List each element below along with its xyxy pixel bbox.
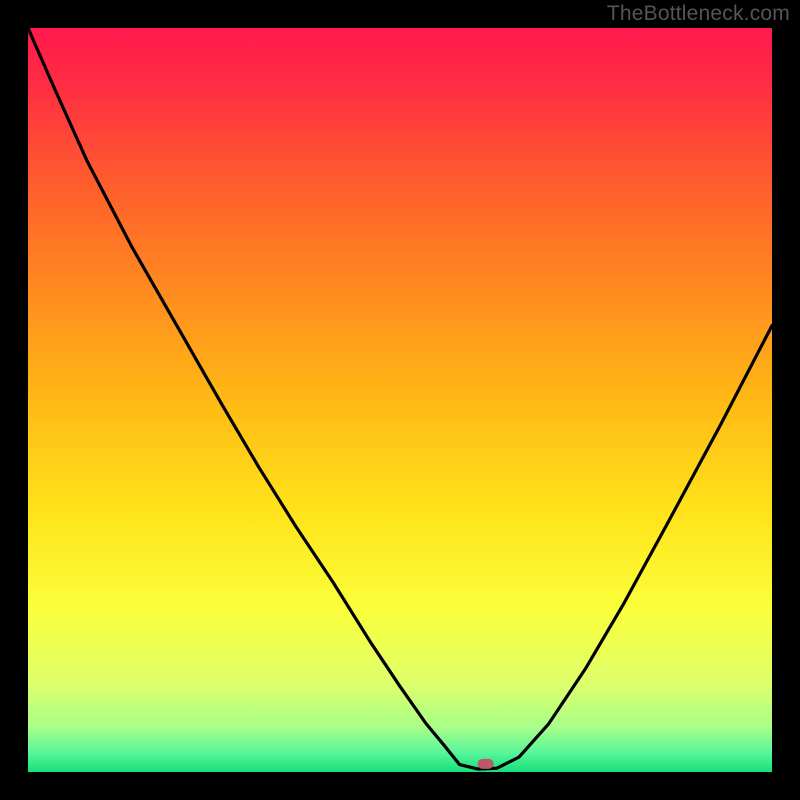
watermark-text: TheBottleneck.com (607, 2, 790, 26)
chart-svg (28, 28, 772, 772)
optimum-marker (478, 759, 494, 769)
chart-plot-area (28, 28, 772, 772)
gradient-background (28, 28, 772, 772)
chart-frame: TheBottleneck.com (0, 0, 800, 800)
